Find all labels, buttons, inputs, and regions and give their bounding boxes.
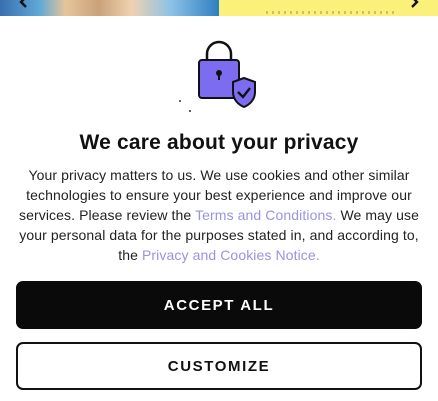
chevron-left-icon[interactable]: [14, 0, 34, 12]
terms-link[interactable]: Terms and Conditions.: [195, 207, 336, 223]
privacy-notice-link[interactable]: Privacy and Cookies Notice.: [142, 247, 320, 263]
background-banner: [0, 0, 438, 16]
customize-button[interactable]: CUSTOMIZE: [16, 342, 422, 390]
privacy-description: Your privacy matters to us. We use cooki…: [14, 165, 424, 265]
privacy-title: We care about your privacy: [79, 131, 359, 154]
accept-all-button[interactable]: ACCEPT ALL: [16, 281, 422, 329]
chevron-right-icon[interactable]: [404, 0, 424, 12]
promo-text-fragment: [266, 11, 396, 14]
lock-shield-icon: [177, 40, 261, 112]
privacy-consent-page: We care about your privacy Your privacy …: [0, 0, 438, 401]
